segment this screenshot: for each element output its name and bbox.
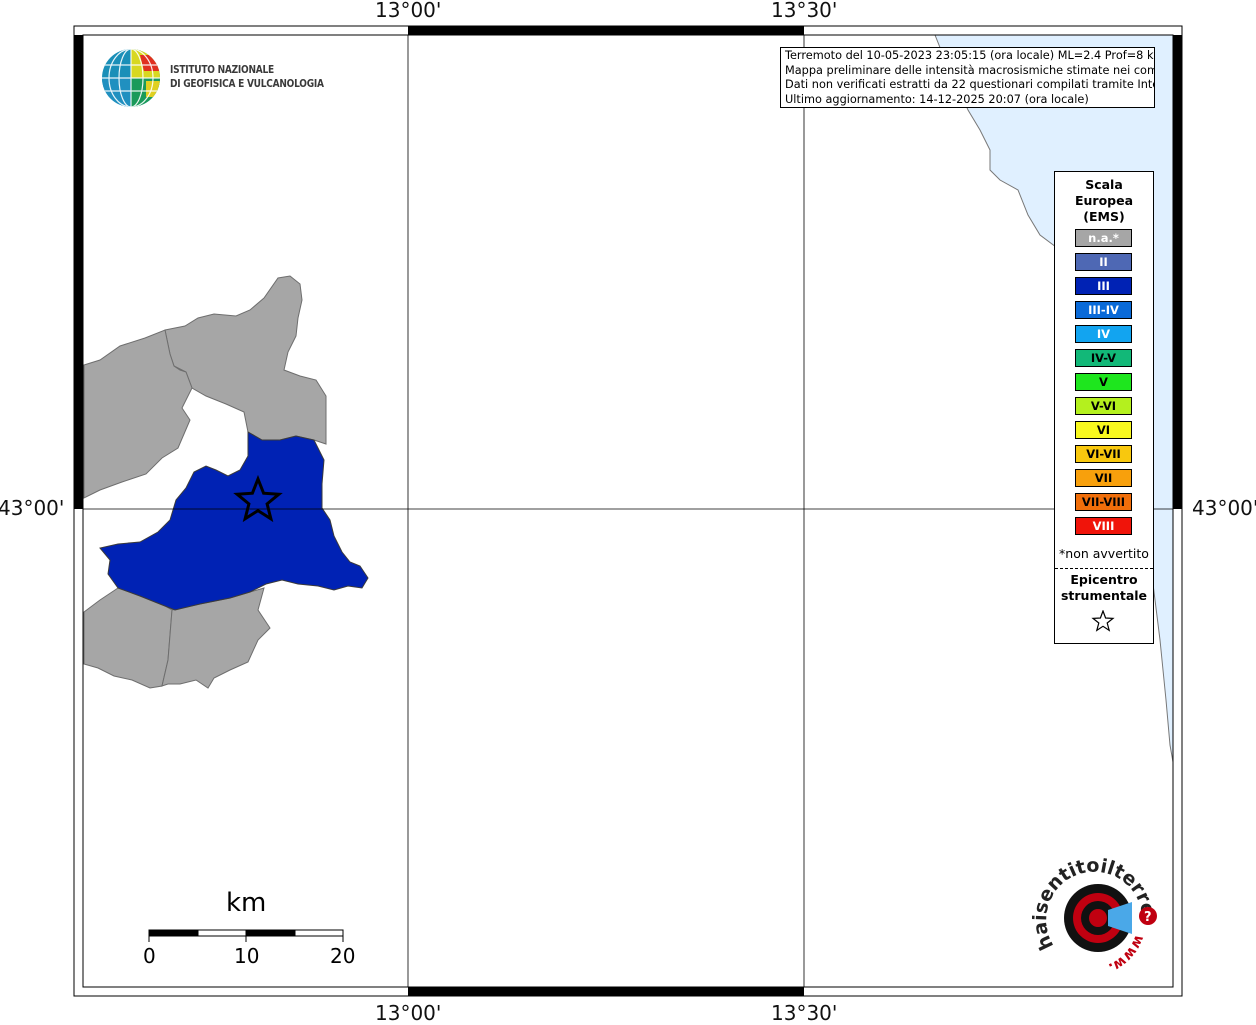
scale-bar [148, 929, 344, 942]
event-info-line-2: Mappa preliminare delle intensità macros… [785, 63, 1155, 77]
lon-label-bottom-1330: 13°30' [771, 1001, 838, 1025]
epicenter-label-line-1: Epicentro [1070, 572, 1138, 587]
epicenter-legend-label: Epicentro strumentale [1055, 572, 1153, 604]
scale-tick-0: 0 [143, 944, 156, 968]
event-info-line-3: Dati non verificati estratti da 22 quest… [785, 78, 1155, 91]
legend-item-v-vi: V-VI [1075, 397, 1132, 415]
lon-label-top-1330: 13°30' [771, 0, 838, 22]
ems-legend: Scala Europea (EMS) n.a.* II III III-IV IV IV… [1054, 171, 1154, 644]
legend-item-vii-viii: VII-VIII [1075, 493, 1132, 511]
hsit-question-icon: ? [1144, 910, 1152, 925]
legend-item-ii: II [1075, 253, 1132, 271]
legend-note: *non avvertito [1059, 546, 1149, 561]
legend-item-iii-iv: III-IV [1075, 301, 1132, 319]
event-info-line-4: Ultimo aggiornamento: 14-12-2025 20:07 (… [785, 92, 1089, 106]
hsit-logo[interactable]: haisentitoilterremoto.it www. ? [1032, 858, 1164, 976]
legend-title-line-2: Europea [1074, 193, 1134, 208]
ingv-logo-text: ISTITUTO NAZIONALE DI GEOFISICA E VULCAN… [170, 63, 324, 91]
legend-item-vi: VI [1075, 421, 1132, 439]
legend-item-vi-vii: VI-VII [1075, 445, 1132, 463]
legend-separator [1055, 568, 1153, 569]
lon-label-top-1300: 13°00' [375, 0, 442, 22]
lat-label-right-4300: 43°00' [1192, 496, 1256, 520]
lat-label-left-4300: 43°00' [0, 496, 65, 520]
event-info-box: Terremoto del 10-05-2023 23:05:15 (ora l… [780, 47, 1155, 108]
legend-item-iv-v: IV-V [1075, 349, 1132, 367]
legend-title: Scala Europea (EMS) [1055, 177, 1153, 225]
legend-item-iii: III [1075, 277, 1132, 295]
event-info-line-1: Terremoto del 10-05-2023 23:05:15 (ora l… [785, 49, 1155, 62]
legend-title-line-1: Scala [1085, 177, 1123, 192]
ingv-line-2: DI GEOFISICA E VULCANOLOGIA [170, 77, 324, 90]
scale-tick-10: 10 [234, 944, 260, 968]
lon-label-bottom-1300: 13°00' [375, 1001, 442, 1025]
epicenter-label-line-2: strumentale [1060, 588, 1148, 603]
ingv-line-1: ISTITUTO NAZIONALE [170, 63, 274, 76]
legend-title-line-3: (EMS) [1083, 209, 1125, 224]
ingv-globe-logo [102, 49, 160, 107]
legend-star-icon [1091, 610, 1115, 632]
scale-unit-label: km [226, 888, 267, 918]
scale-tick-20: 20 [330, 944, 356, 968]
legend-item-vii: VII [1075, 469, 1132, 487]
legend-item-v: V [1075, 373, 1132, 391]
legend-item-iv: IV [1075, 325, 1132, 343]
legend-item-viii: VIII [1075, 517, 1132, 535]
hsit-ring-center [1089, 909, 1107, 927]
legend-item-n-a: n.a.* [1075, 229, 1132, 247]
